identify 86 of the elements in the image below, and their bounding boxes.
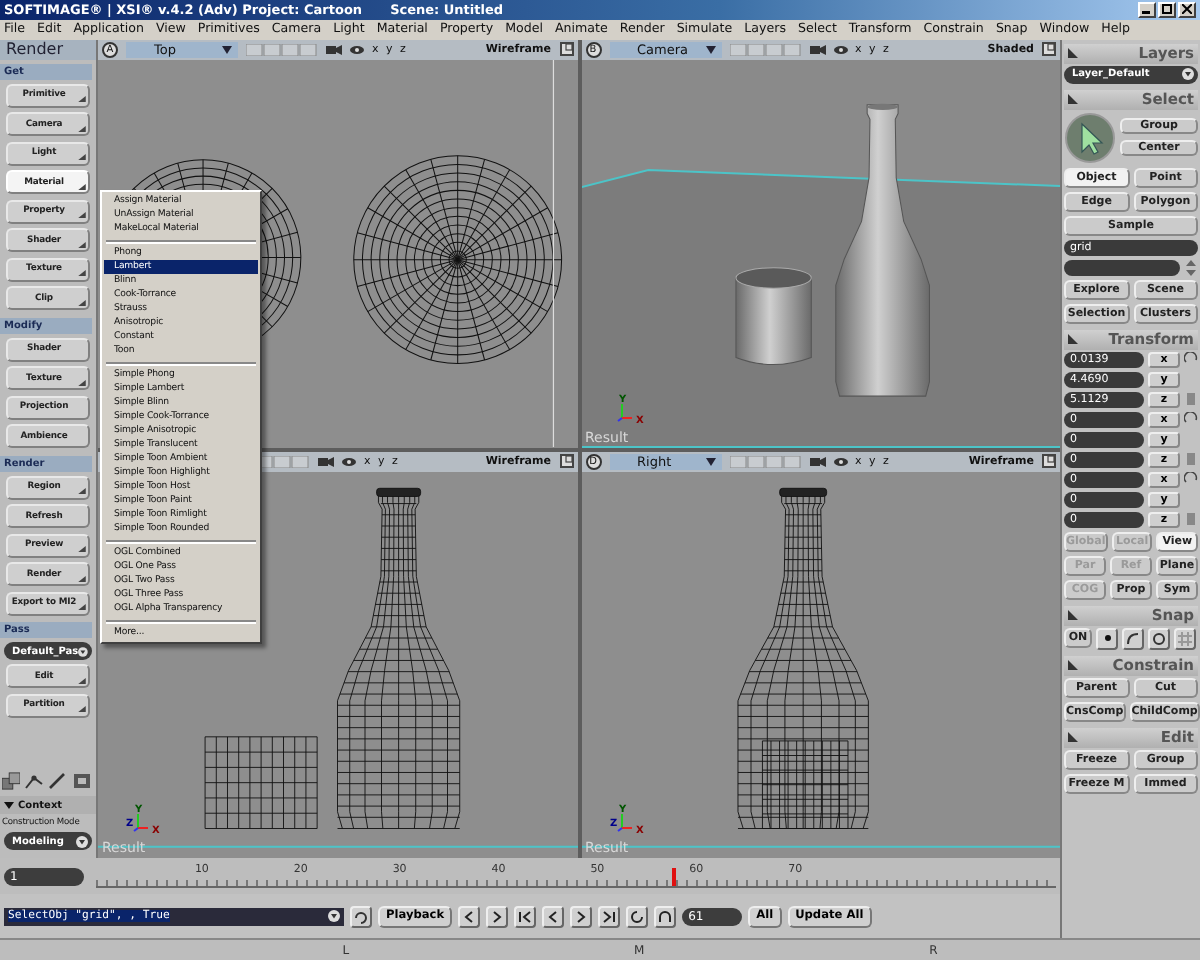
wireframe-cup-drawing [760,739,848,828]
snap-point-button[interactable] [1096,627,1118,650]
left-chevron-icon [462,909,477,924]
brush-icon[interactable] [48,772,68,791]
right-chevron-icon [574,909,589,924]
caret-icon [77,488,85,495]
camera-icon[interactable] [318,455,334,467]
toolbar-slots-drawing [246,43,318,56]
caret-icon [77,706,85,713]
right-chevron-icon [490,909,505,924]
snap-circle-button[interactable] [1148,627,1170,650]
corner-triangle-icon[interactable] [1068,660,1078,671]
caret-icon [77,212,85,219]
eye-icon[interactable] [833,455,847,467]
close-button[interactable] [1178,1,1196,18]
maximize-icon[interactable] [1042,454,1056,468]
eye-icon[interactable] [833,43,847,56]
film-icon[interactable] [72,772,92,791]
corner-triangle-icon[interactable] [1068,732,1078,743]
camera-icon[interactable] [809,455,825,467]
maximize-icon [1162,4,1172,15]
snap-grid-button[interactable] [1174,627,1196,650]
transport-button[interactable] [570,905,593,928]
transport-button[interactable] [486,905,509,928]
curve-icon [1126,631,1140,646]
bone-chain-icon[interactable] [24,772,44,791]
dropdown-arrow-icon [1182,68,1194,81]
dot-icon [1101,632,1113,645]
triangle-icon [4,800,14,811]
arrows-icon[interactable] [1184,259,1198,276]
dropdown-arrow-icon [78,645,88,658]
cubes-icon[interactable] [2,772,20,791]
wireframe-cup-drawing [204,735,318,828]
camera-icon[interactable] [809,43,825,56]
caret-icon [77,604,85,611]
maximize-icon[interactable] [559,454,573,468]
caret-icon [77,299,85,306]
input-field[interactable] [1064,259,1180,276]
loop-button[interactable] [626,905,649,928]
caret-icon [77,96,85,103]
close-icon [1182,4,1192,15]
panel-title: Render [0,39,96,60]
grid-icon [1178,631,1192,646]
caret-icon [77,546,85,553]
caret-icon [705,457,715,465]
maximize-icon[interactable] [559,42,573,57]
caret-icon [77,270,85,277]
eye-icon[interactable] [342,455,356,467]
transport-button[interactable] [542,905,565,928]
corner-triangle-icon[interactable] [1068,48,1078,59]
caret-icon [77,379,85,386]
cup-drawing [734,267,811,365]
loop-icon [630,909,645,924]
caret-icon [77,125,85,132]
circle-icon [1152,631,1166,646]
first-frame-icon [518,909,533,924]
caret-icon [222,45,232,54]
corner-triangle-icon[interactable] [1068,94,1078,105]
snap-curve-button[interactable] [1122,627,1144,650]
caret-icon [77,183,85,190]
audio-button[interactable] [654,905,677,928]
transport-button[interactable] [514,905,537,928]
maximize-icon[interactable] [1042,42,1056,57]
maximize-button[interactable] [1158,1,1176,18]
transport-button[interactable] [598,905,621,928]
toolbar-slots-drawing [729,455,801,467]
caret-icon [77,154,85,161]
dropdown-arrow-icon [76,835,88,848]
cycle-icon [354,909,368,924]
corner-triangle-icon[interactable] [1068,334,1078,345]
caret-icon [77,241,85,248]
eye-icon[interactable] [350,43,364,56]
toolbar-slots-drawing [729,43,801,56]
camera-icon[interactable] [326,43,342,56]
select-tool-icon[interactable] [1064,111,1116,164]
caret-icon [77,575,85,582]
cycle-button[interactable] [350,905,372,928]
caret-icon [77,677,85,684]
headphones-icon [658,909,673,924]
caret-icon [705,45,715,54]
dropdown-arrow-icon [328,910,340,923]
minimize-button[interactable] [1138,1,1156,18]
corner-triangle-icon[interactable] [1068,610,1078,621]
left-chevron-icon [546,909,561,924]
transport-button[interactable] [458,905,481,928]
last-frame-icon [602,909,617,924]
